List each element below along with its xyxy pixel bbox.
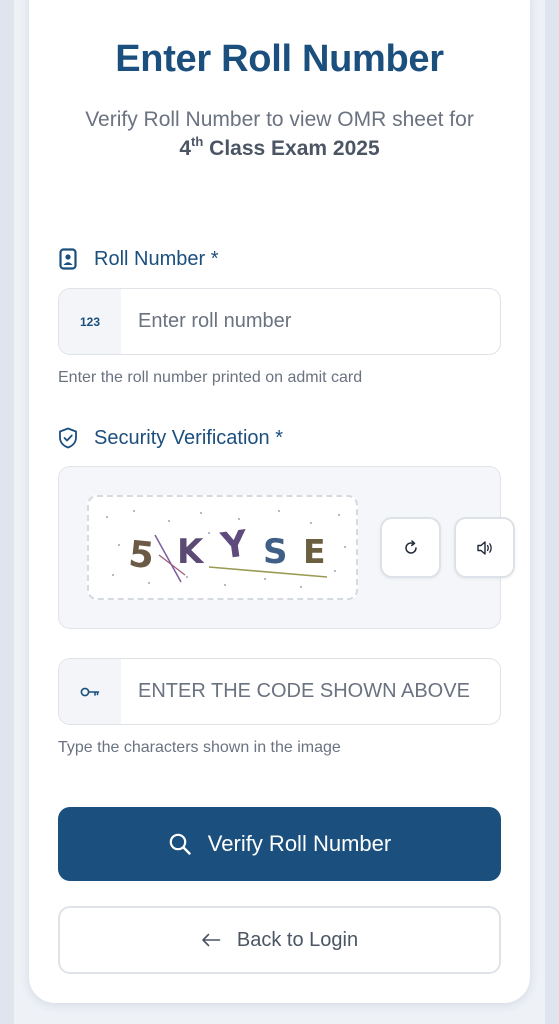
captcha-code-hint: Type the characters shown in the image — [58, 739, 341, 756]
roll-number-label: Roll Number * — [58, 246, 218, 272]
security-verification-label-text: Security Verification * — [94, 426, 283, 449]
svg-text:5: 5 — [127, 534, 156, 577]
roll-number-prefix: 123 — [59, 289, 121, 354]
svg-text:S: S — [263, 532, 288, 572]
back-to-login-label: Back to Login — [236, 928, 359, 951]
captcha-code-field[interactable] — [58, 658, 501, 725]
svg-text:K: K — [177, 532, 205, 572]
shield-check-icon — [58, 427, 78, 449]
page-title: Enter Roll Number — [115, 38, 444, 80]
refresh-captcha-button[interactable] — [380, 517, 441, 578]
verify-roll-number-label: Verify Roll Number — [207, 831, 392, 856]
exam-name: 4th Class Exam 2025 — [0, 134, 559, 161]
arrow-left-icon — [201, 933, 221, 947]
security-verification-label: Security Verification * — [58, 425, 283, 451]
roll-number-hint: Enter the roll number printed on admit c… — [58, 369, 363, 386]
verify-roll-number-button[interactable]: Verify Roll Number — [58, 807, 501, 881]
page-subtitle: Verify Roll Number to view OMR sheet for — [85, 108, 474, 131]
roll-number-label-text: Roll Number * — [94, 247, 219, 270]
exam-title: Class Exam 2025 — [203, 137, 380, 160]
search-icon — [168, 832, 192, 856]
captcha-image: 5 K Y S E — [87, 495, 358, 600]
back-to-login-button[interactable]: Back to Login — [58, 906, 501, 974]
exam-ordinal-suffix: th — [191, 134, 204, 149]
id-badge-icon — [58, 248, 78, 270]
captcha-graphic: 5 K Y S E — [106, 510, 346, 588]
refresh-icon — [404, 539, 417, 554]
audio-captcha-button[interactable] — [454, 517, 515, 578]
speaker-icon — [476, 540, 492, 555]
captcha-code-prefix — [59, 659, 121, 724]
roll-number-input[interactable] — [121, 289, 500, 354]
roll-number-field[interactable]: 123 — [58, 288, 501, 355]
svg-text:E: E — [303, 532, 326, 571]
exam-number: 4 — [179, 137, 192, 160]
captcha-code-input[interactable] — [121, 659, 500, 724]
svg-text:Y: Y — [218, 523, 251, 567]
key-icon — [80, 687, 100, 696]
